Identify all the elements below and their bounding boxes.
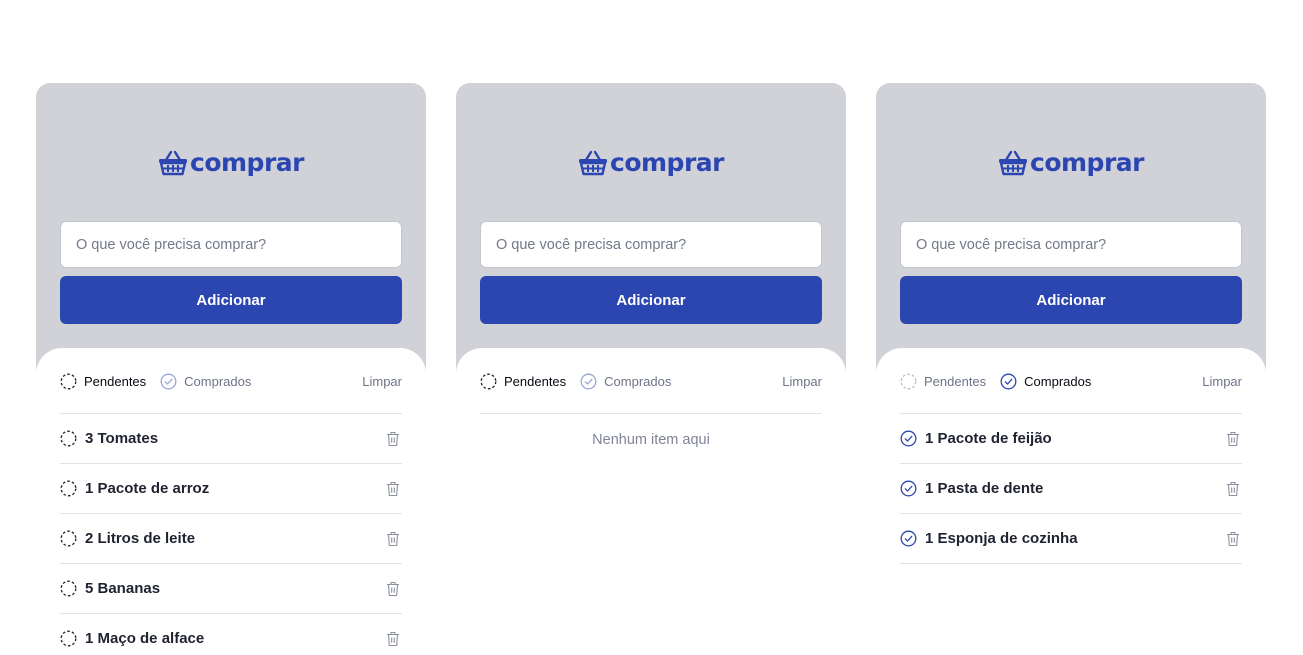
logo: comprar: [456, 149, 846, 177]
list-panel: Pendentes Comprados Limpar 1 Pacote de f…: [876, 348, 1266, 655]
trash-icon[interactable]: [386, 531, 400, 547]
item-label: 1 Maço de alface: [85, 630, 205, 647]
filter-pending[interactable]: Pendentes: [480, 373, 566, 390]
item-list: 3 Tomates 1 Pacote de arroz 2 Litros de …: [60, 414, 402, 655]
check-circle-icon[interactable]: [900, 530, 917, 547]
check-circle-icon: [1000, 373, 1017, 389]
filter-pending-label: Pendentes: [504, 373, 567, 389]
filter-bought[interactable]: Comprados: [160, 373, 251, 390]
filter-pending[interactable]: Pendentes: [900, 373, 986, 390]
screens-container: comprar O que você precisa comprar? Adic…: [0, 0, 1303, 655]
item-input[interactable]: O que você precisa comprar?: [480, 221, 822, 268]
item-label: 1 Pacote de feijão: [925, 430, 1052, 447]
dashed-circle-icon[interactable]: [60, 630, 77, 647]
item-label: 1 Pasta de dente: [925, 480, 1044, 497]
empty-state: Nenhum item aqui: [592, 432, 710, 448]
check-circle-icon: [580, 373, 597, 389]
filter-bar: Pendentes Comprados Limpar: [480, 348, 822, 414]
list-panel: Pendentes Comprados Limpar Nenhum item a…: [456, 348, 846, 655]
item-input-placeholder: O que você precisa comprar?: [916, 236, 1107, 253]
filter-bar: Pendentes Comprados Limpar: [900, 348, 1242, 414]
list-panel: Pendentes Comprados Limpar 3 Tomates 1 P…: [36, 348, 426, 655]
logo: comprar: [36, 149, 426, 177]
filter-bought-label: Comprados: [184, 373, 252, 389]
clear-button[interactable]: Limpar: [362, 374, 402, 389]
filter-bought[interactable]: Comprados: [1000, 373, 1091, 390]
check-circle-icon[interactable]: [900, 480, 917, 497]
add-button[interactable]: Adicionar: [60, 276, 402, 324]
item-label: 3 Tomates: [85, 430, 159, 447]
basket-icon: [999, 150, 1028, 176]
trash-icon[interactable]: [386, 431, 400, 447]
item-label: 5 Bananas: [85, 580, 161, 597]
dashed-circle-icon: [900, 373, 917, 389]
filter-bar: Pendentes Comprados Limpar: [60, 348, 402, 414]
trash-icon[interactable]: [1226, 481, 1240, 497]
list-item: 5 Bananas: [60, 564, 402, 614]
item-input[interactable]: O que você precisa comprar?: [900, 221, 1242, 268]
filter-bought-label: Comprados: [604, 373, 672, 389]
item-input[interactable]: O que você precisa comprar?: [60, 221, 402, 268]
dashed-circle-icon[interactable]: [60, 430, 77, 447]
list-item: 1 Esponja de cozinha: [900, 514, 1242, 564]
logo-text: comprar: [190, 148, 304, 177]
logo-text: comprar: [610, 148, 724, 177]
filter-pending-label: Pendentes: [84, 373, 147, 389]
logo: comprar: [876, 149, 1266, 177]
add-button[interactable]: Adicionar: [900, 276, 1242, 324]
filter-pending[interactable]: Pendentes: [60, 373, 146, 390]
list-item: 3 Tomates: [60, 414, 402, 464]
logo-text: comprar: [1030, 148, 1144, 177]
app-screen-pending: comprar O que você precisa comprar? Adic…: [36, 83, 426, 655]
list-item: 2 Litros de leite: [60, 514, 402, 564]
list-item: 1 Pasta de dente: [900, 464, 1242, 514]
item-input-placeholder: O que você precisa comprar?: [76, 236, 267, 253]
list-item: 1 Pacote de arroz: [60, 464, 402, 514]
basket-icon: [159, 150, 188, 176]
trash-icon[interactable]: [386, 481, 400, 497]
filter-bought[interactable]: Comprados: [580, 373, 671, 390]
dashed-circle-icon[interactable]: [60, 480, 77, 497]
app-screen-empty: comprar O que você precisa comprar? Adic…: [456, 83, 846, 655]
filter-pending-label: Pendentes: [924, 373, 987, 389]
trash-icon[interactable]: [386, 631, 400, 647]
add-button[interactable]: Adicionar: [480, 276, 822, 324]
filter-bought-label: Comprados: [1024, 373, 1092, 389]
item-label: 1 Pacote de arroz: [85, 480, 210, 497]
list-item: 1 Pacote de feijão: [900, 414, 1242, 464]
dashed-circle-icon: [60, 373, 77, 389]
clear-button[interactable]: Limpar: [1202, 374, 1242, 389]
trash-icon[interactable]: [1226, 431, 1240, 447]
check-circle-icon[interactable]: [900, 430, 917, 447]
item-input-placeholder: O que você precisa comprar?: [496, 236, 687, 253]
dashed-circle-icon[interactable]: [60, 580, 77, 597]
dashed-circle-icon[interactable]: [60, 530, 77, 547]
item-label: 2 Litros de leite: [85, 530, 196, 547]
item-label: 1 Esponja de cozinha: [925, 530, 1078, 547]
basket-icon: [579, 150, 608, 176]
item-list: 1 Pacote de feijão 1 Pasta de dente 1 Es…: [900, 414, 1242, 564]
trash-icon[interactable]: [1226, 531, 1240, 547]
dashed-circle-icon: [480, 373, 497, 389]
check-circle-icon: [160, 373, 177, 389]
app-screen-bought: comprar O que você precisa comprar? Adic…: [876, 83, 1266, 655]
clear-button[interactable]: Limpar: [782, 374, 822, 389]
list-item: 1 Maço de alface: [60, 614, 402, 655]
trash-icon[interactable]: [386, 581, 400, 597]
